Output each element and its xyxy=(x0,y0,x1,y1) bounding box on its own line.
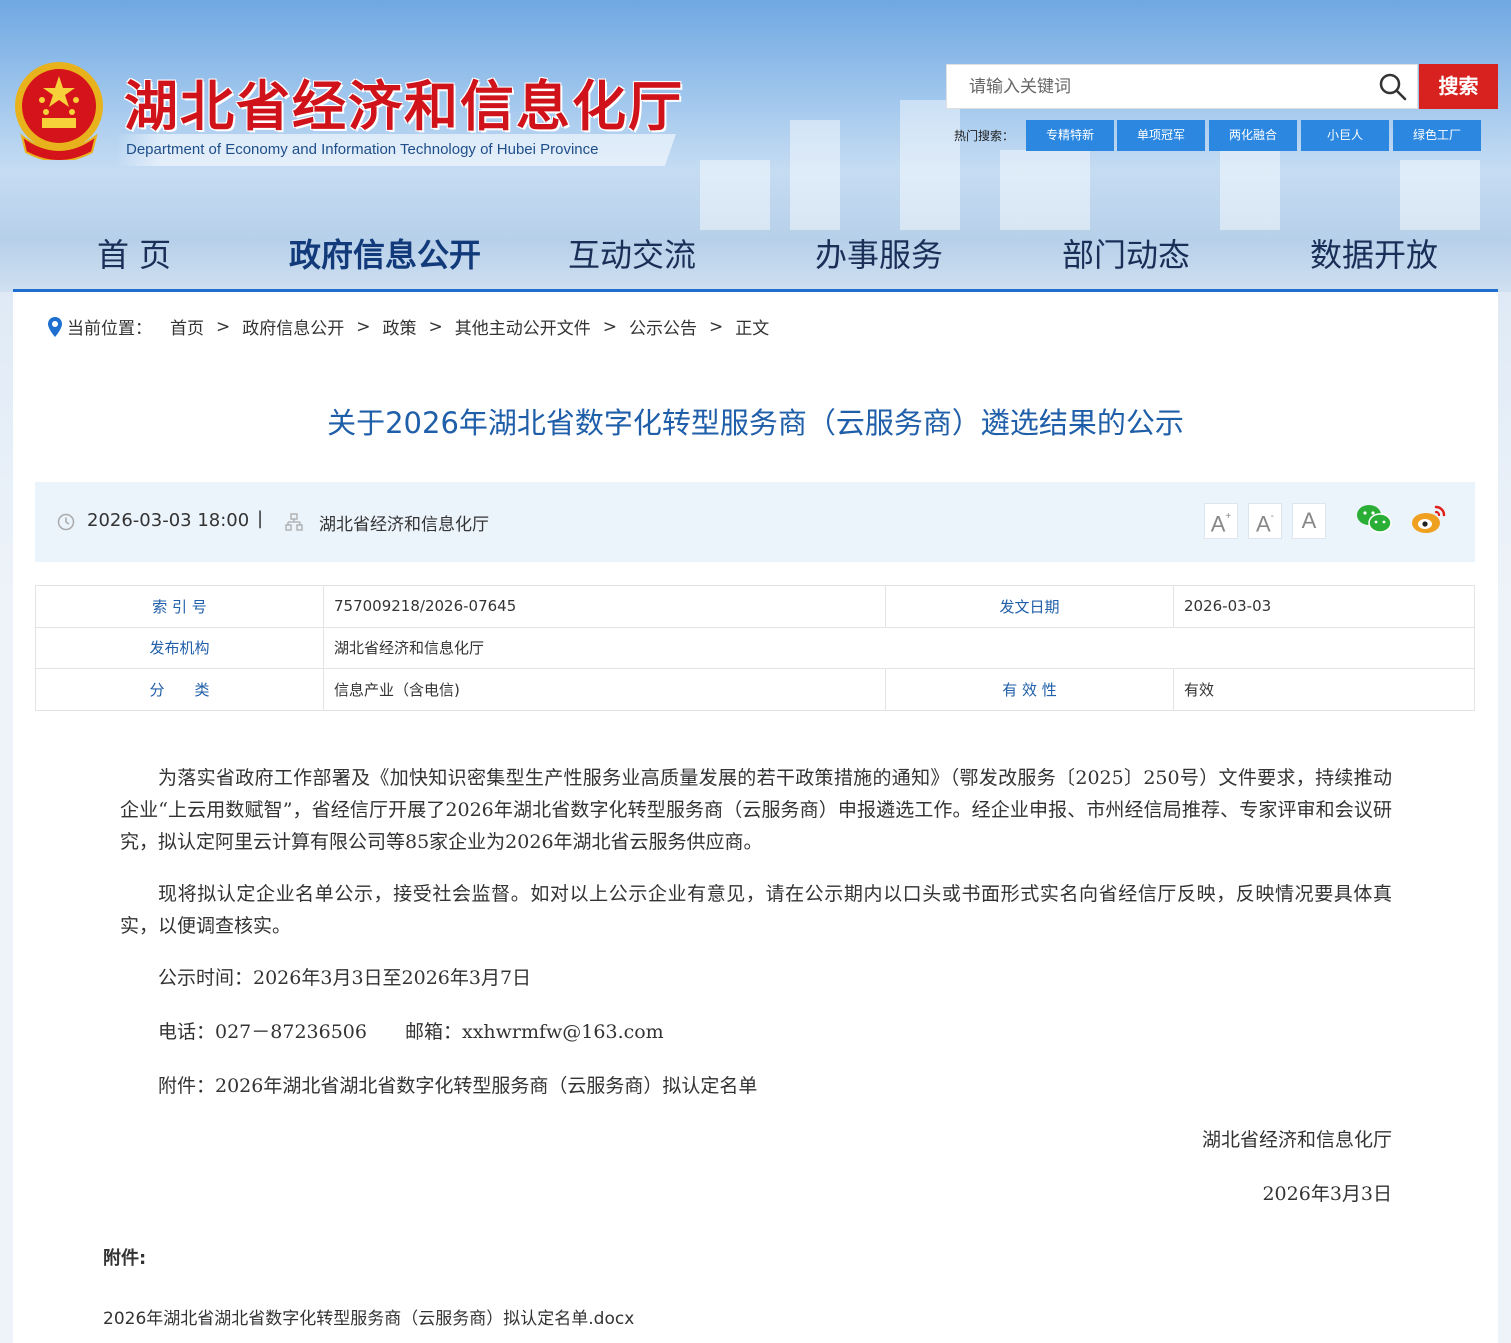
org-label: 发布机构 xyxy=(35,626,324,669)
hot-tag[interactable]: 单项冠军 xyxy=(1117,120,1205,151)
document-info-table: 索 引 号 757009218/2026-07645 发文日期 2026-03-… xyxy=(35,585,1475,711)
location-pin-icon xyxy=(48,316,62,337)
breadcrumb-current: 正文 xyxy=(735,319,770,339)
font-decrease-button[interactable]: A- xyxy=(1248,503,1282,539)
article-title: 关于2026年湖北省数字化转型服务商（云服务商）遴选结果的公示 xyxy=(327,406,1184,440)
nav-news[interactable]: 部门动态 xyxy=(1062,230,1190,276)
skyline-building xyxy=(790,120,840,230)
article-body: 为落实省政府工作部署及《加快知识密集型生产性服务业高质量发展的若干政策措施的通知… xyxy=(120,762,1392,1232)
attachment-line: 附件：2026年湖北省湖北省数字化转型服务商（云服务商）拟认定名单 xyxy=(158,1075,758,1097)
hot-tag[interactable]: 小巨人 xyxy=(1301,120,1389,151)
category-value: 信息产业（含电信) xyxy=(323,668,886,711)
breadcrumb-label: 当前位置： xyxy=(67,319,152,339)
date-value: 2026-03-03 xyxy=(1173,585,1475,628)
hot-tag[interactable]: 两化融合 xyxy=(1209,120,1297,151)
clock-icon xyxy=(57,513,75,531)
breadcrumb: 当前位置： 首页 > 政府信息公开 > 政策 > 其他主动公开文件 > 公示公告… xyxy=(47,314,769,339)
search-icon[interactable] xyxy=(1378,72,1408,102)
table-row: 索 引 号 757009218/2026-07645 发文日期 2026-03-… xyxy=(35,585,1475,628)
breadcrumb-other-files[interactable]: 其他主动公开文件 xyxy=(455,314,591,339)
validity-value: 有效 xyxy=(1173,668,1475,711)
attachment-file-link[interactable]: 2026年湖北省湖北省数字化转型服务商（云服务商）拟认定名单.docx xyxy=(103,1304,634,1329)
breadcrumb-separator: > xyxy=(709,316,724,337)
weibo-icon[interactable] xyxy=(1410,502,1448,536)
search-button[interactable]: 搜索 xyxy=(1419,64,1498,109)
hot-search-label: 热门搜索： xyxy=(954,129,1015,143)
main-nav: 首 页 政府信息公开 互动交流 办事服务 部门动态 数据开放 xyxy=(0,222,1511,284)
breadcrumb-gov-info[interactable]: 政府信息公开 xyxy=(242,314,344,339)
breadcrumb-separator: > xyxy=(356,316,371,337)
breadcrumb-separator: > xyxy=(216,316,231,337)
nav-home[interactable]: 首 页 xyxy=(97,230,171,276)
validity-label: 有 效 性 xyxy=(885,668,1174,711)
organization-icon xyxy=(285,513,303,531)
font-reset-button[interactable]: A xyxy=(1292,503,1326,539)
breadcrumb-separator: > xyxy=(428,316,443,337)
category-label: 分 类 xyxy=(35,668,324,711)
site-subtitle: Department of Economy and Information Te… xyxy=(116,134,676,166)
search-input[interactable] xyxy=(947,65,1367,108)
skyline-building xyxy=(1400,160,1480,230)
nav-open-data[interactable]: 数据开放 xyxy=(1310,230,1438,276)
hot-tag[interactable]: 绿色工厂 xyxy=(1393,120,1481,151)
breadcrumb-notices[interactable]: 公示公告 xyxy=(629,314,697,339)
article-meta-bar: 2026-03-03 18:00 | 湖北省经济和信息化厅 A+ A- A xyxy=(35,482,1475,562)
table-row: 发布机构 湖北省经济和信息化厅 xyxy=(35,626,1475,669)
sign-date: 2026年3月3日 xyxy=(1262,1183,1392,1205)
hot-tag[interactable]: 专精特新 xyxy=(1026,120,1114,151)
nav-interaction[interactable]: 互动交流 xyxy=(568,230,696,276)
nav-services[interactable]: 办事服务 xyxy=(815,230,943,276)
national-emblem-icon xyxy=(15,62,103,160)
skyline-building xyxy=(700,160,770,230)
skyline-building xyxy=(1000,150,1090,230)
font-increase-button[interactable]: A+ xyxy=(1204,503,1238,539)
contact-info: 电话：027－87236506 邮箱：xxhwrmfw@163.com xyxy=(158,1021,664,1043)
breadcrumb-policy[interactable]: 政策 xyxy=(383,314,417,339)
publish-source: 湖北省经济和信息化厅 xyxy=(319,515,489,535)
content-panel: 当前位置： 首页 > 政府信息公开 > 政策 > 其他主动公开文件 > 公示公告… xyxy=(13,292,1498,1343)
nav-gov-info[interactable]: 政府信息公开 xyxy=(289,230,481,276)
meta-separator: | xyxy=(257,508,264,529)
index-value: 757009218/2026-07645 xyxy=(323,585,886,628)
site-title: 湖北省经济和信息化厅 xyxy=(124,75,684,138)
body-paragraph: 现将拟认定企业名单公示，接受社会监督。如对以上公示企业有意见，请在公示期内以口头… xyxy=(120,883,1392,937)
wechat-icon[interactable] xyxy=(1355,502,1393,536)
table-row: 分 类 信息产业（含电信) 有 效 性 有效 xyxy=(35,668,1475,711)
breadcrumb-home[interactable]: 首页 xyxy=(170,314,204,339)
skyline-building xyxy=(900,100,960,230)
breadcrumb-separator: > xyxy=(602,316,617,337)
publish-datetime: 2026-03-03 18:00 xyxy=(87,510,250,531)
org-value: 湖北省经济和信息化厅 xyxy=(323,626,1475,669)
search-box xyxy=(946,64,1418,109)
body-paragraph: 为落实省政府工作部署及《加快知识密集型生产性服务业高质量发展的若干政策措施的通知… xyxy=(120,767,1392,853)
index-label: 索 引 号 xyxy=(35,585,324,628)
attachments-heading: 附件: xyxy=(103,1248,147,1269)
notice-period: 公示时间：2026年3月3日至2026年3月7日 xyxy=(158,967,532,989)
date-label: 发文日期 xyxy=(885,585,1174,628)
signature: 湖北省经济和信息化厅 xyxy=(1201,1129,1392,1151)
site-header: 湖北省经济和信息化厅 Department of Economy and Inf… xyxy=(0,0,1511,292)
